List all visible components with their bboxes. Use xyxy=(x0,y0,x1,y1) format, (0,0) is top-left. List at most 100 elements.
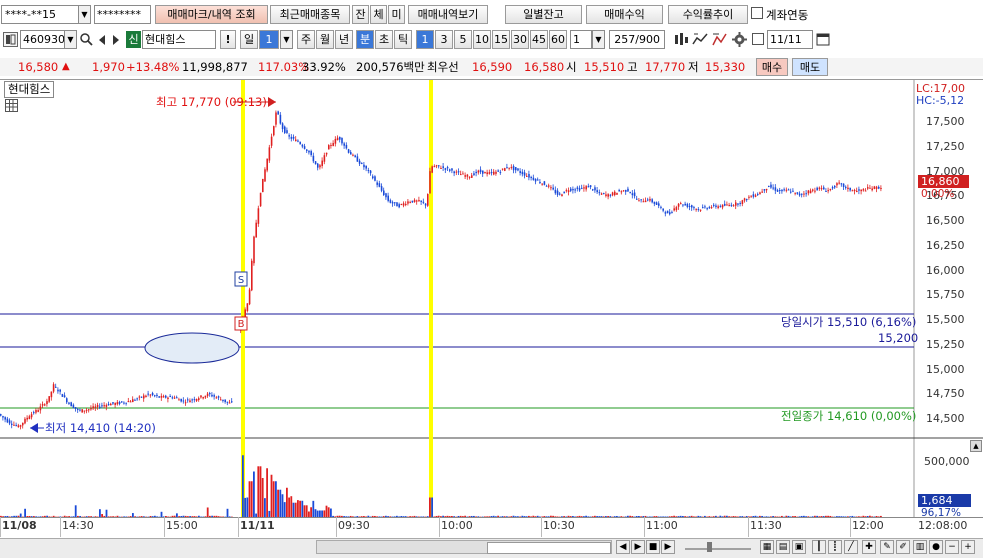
recent-trades-button[interactable]: 최근매매종목 xyxy=(270,5,350,24)
trade-history-button[interactable]: 매매내역보기 xyxy=(408,5,488,24)
zoom-in-icon[interactable]: + xyxy=(961,540,975,554)
interval-60-button[interactable]: 60 xyxy=(549,30,567,49)
sell-marker[interactable]: S xyxy=(235,272,247,286)
chart-legend-name: 현대힘스 xyxy=(8,82,50,96)
chart-scrollbar[interactable] xyxy=(316,540,612,554)
period-day-button[interactable]: 일 xyxy=(240,30,258,49)
bar-icon[interactable]: ┋ xyxy=(828,540,842,554)
period-minute-button[interactable]: 분 xyxy=(356,30,374,49)
daily-balance-button[interactable]: 일별잔고 xyxy=(505,5,582,24)
scroll-right-icon[interactable]: ▶ xyxy=(661,540,675,554)
indicator-icon[interactable] xyxy=(692,31,709,48)
candle-body xyxy=(29,416,31,419)
interval-input[interactable]: 1 xyxy=(570,30,592,49)
volume-bar xyxy=(282,494,284,517)
period-tick-button[interactable]: 틱 xyxy=(394,30,412,49)
password-field[interactable]: ******** xyxy=(94,5,151,24)
interval-dropdown-icon[interactable]: ▼ xyxy=(592,30,605,49)
volume-collapse-icon[interactable]: ▲ xyxy=(970,440,982,452)
interval-45-button[interactable]: 45 xyxy=(530,30,548,49)
ellipse-annotation[interactable] xyxy=(145,333,239,363)
period-week-button[interactable]: 주 xyxy=(297,30,315,49)
interval-3-button[interactable]: 3 xyxy=(435,30,453,49)
scrollbar-thumb[interactable] xyxy=(487,542,611,554)
next-stock-icon[interactable] xyxy=(109,31,123,48)
interval-5-button[interactable]: 5 xyxy=(454,30,472,49)
interval-15-button[interactable]: 15 xyxy=(492,30,510,49)
count-field[interactable]: 257/900 xyxy=(609,30,665,49)
compare-icon[interactable]: ▤ xyxy=(776,540,790,554)
account-dropdown-icon[interactable]: ▼ xyxy=(78,5,91,24)
alert-button[interactable]: ! xyxy=(220,30,236,49)
pen-icon[interactable]: ✎ xyxy=(880,540,894,554)
candle-body xyxy=(720,206,722,207)
account-link-checkbox[interactable] xyxy=(751,7,763,19)
candle-body xyxy=(860,190,862,191)
fit-icon[interactable]: ▥ xyxy=(913,540,927,554)
zoom-slider[interactable] xyxy=(683,540,753,554)
candle-body xyxy=(0,414,2,416)
search-icon[interactable] xyxy=(79,31,94,48)
zoom-out-icon[interactable]: − xyxy=(945,540,959,554)
tab-balance[interactable]: 잔 xyxy=(352,5,369,24)
return-trend-button[interactable]: 수익률추이 xyxy=(668,5,748,24)
prev-stock-icon[interactable] xyxy=(95,31,109,48)
chart-legend[interactable]: 현대힘스 xyxy=(4,81,54,98)
tab-unexecuted[interactable]: 미 xyxy=(388,5,405,24)
date-input[interactable]: 11/11 xyxy=(767,30,813,49)
period-month-button[interactable]: 월 xyxy=(316,30,334,49)
quote-bid: 16,580 xyxy=(524,58,564,76)
candle-body xyxy=(394,202,396,203)
stock-name-field[interactable]: 현대힘스 xyxy=(142,30,216,49)
candle-body xyxy=(205,396,207,398)
chart-type-icon[interactable]: ▦ xyxy=(760,540,774,554)
candle-body xyxy=(114,403,116,405)
eraser-icon[interactable]: ● xyxy=(929,540,943,554)
gear-icon[interactable] xyxy=(731,31,748,48)
stock-code-input[interactable]: 460930 xyxy=(20,30,65,49)
play-icon[interactable]: ▶ xyxy=(631,540,645,554)
candle-body xyxy=(139,397,141,398)
candle-body xyxy=(625,190,627,192)
draw-tool-icon[interactable] xyxy=(711,31,728,48)
overlay-icon[interactable]: ▣ xyxy=(792,540,806,554)
period-second-button[interactable]: 초 xyxy=(375,30,393,49)
candle-body xyxy=(524,172,526,175)
period-dropdown-icon[interactable]: ▼ xyxy=(280,30,293,49)
account-select[interactable]: ****-**15 xyxy=(1,5,79,24)
volume-bar xyxy=(249,481,251,517)
crosshair-icon[interactable]: ✚ xyxy=(862,540,876,554)
trade-mark-button[interactable]: 매매마크/내역 조회 xyxy=(155,5,268,24)
line-icon[interactable]: ╱ xyxy=(844,540,858,554)
grid-toggle-icon[interactable] xyxy=(5,99,18,112)
period-value-button[interactable]: 1 xyxy=(259,30,279,49)
chart-settings-icon[interactable] xyxy=(673,31,690,48)
interval-10-button[interactable]: 10 xyxy=(473,30,491,49)
candle-body xyxy=(649,199,651,201)
candle-body xyxy=(713,205,715,206)
candle-body xyxy=(381,186,383,191)
buy-button[interactable]: 매수 xyxy=(756,58,788,76)
candle-body xyxy=(99,407,101,408)
sell-button[interactable]: 매도 xyxy=(792,58,828,76)
candle-body xyxy=(581,188,583,189)
layout-icon[interactable] xyxy=(3,32,18,47)
brush-icon[interactable]: ✐ xyxy=(896,540,910,554)
calendar-icon[interactable] xyxy=(815,31,831,48)
period-year-button[interactable]: 년 xyxy=(335,30,353,49)
stop-icon[interactable]: ■ xyxy=(646,540,660,554)
price-chart[interactable]: S B xyxy=(0,80,983,517)
code-dropdown-icon[interactable]: ▼ xyxy=(64,30,77,49)
candle-icon[interactable]: ┃ xyxy=(812,540,826,554)
candle-body xyxy=(258,208,260,224)
date-checkbox[interactable] xyxy=(752,33,764,45)
candle-body xyxy=(539,182,541,183)
candle-body xyxy=(550,187,552,188)
interval-30-button[interactable]: 30 xyxy=(511,30,529,49)
scroll-left-icon[interactable]: ◀ xyxy=(616,540,630,554)
candle-body xyxy=(526,176,528,177)
buy-marker[interactable]: B xyxy=(235,317,247,330)
interval-1-button[interactable]: 1 xyxy=(416,30,434,49)
tab-executed[interactable]: 체 xyxy=(370,5,387,24)
trade-profit-button[interactable]: 매매수익 xyxy=(586,5,663,24)
